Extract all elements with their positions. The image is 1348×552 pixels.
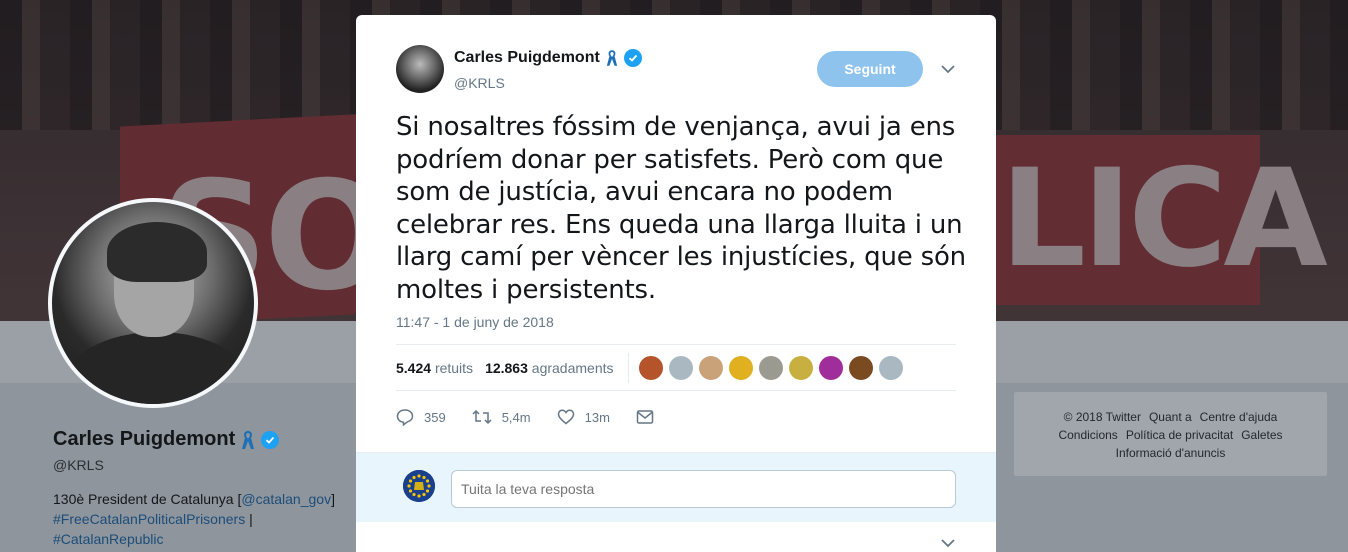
chevron-down-icon[interactable] [940, 535, 956, 551]
bio-text: 130è President de Catalunya [ [53, 491, 242, 507]
likes-label: agradaments [531, 359, 614, 376]
bio-text: ] [331, 491, 335, 507]
profile-avatar[interactable] [48, 198, 258, 408]
envelope-icon [636, 410, 654, 424]
liker-avatar[interactable] [788, 355, 813, 380]
liker-avatar[interactable] [818, 355, 843, 380]
tweet-stats: 5.424 retuits 12.863 agradaments [396, 344, 956, 391]
liker-avatar[interactable] [878, 355, 903, 380]
like-count: 13m [584, 409, 610, 425]
bio-hashtag-catalan-republic[interactable]: #CatalanRepublic [53, 531, 164, 547]
retweets-count: 5.424 [396, 359, 432, 376]
liker-avatar[interactable] [638, 355, 663, 380]
footer-link-privacy[interactable]: Política de privacitat [1126, 428, 1233, 442]
tweet-author-handle[interactable]: @KRLS [454, 75, 505, 91]
liker-avatar[interactable] [728, 355, 753, 380]
yellow-ribbon-icon [242, 430, 255, 449]
bio-hashtag-free-prisoners[interactable]: #FreeCatalanPoliticalPrisoners [53, 511, 245, 527]
footer-link-copyright[interactable]: © 2018 Twitter [1064, 410, 1141, 424]
footer-link-help[interactable]: Centre d'ajuda [1200, 410, 1278, 424]
verified-badge-icon [623, 49, 642, 67]
footer-links: © 2018 Twitter Quant a Centre d'ajuda Cond… [1014, 392, 1327, 476]
footer-link-terms[interactable]: Condicions [1058, 428, 1117, 442]
retweet-count: 5,4m [501, 409, 531, 425]
profile-bio: 130è President de Catalunya [@catalan_go… [53, 489, 353, 549]
profile-info: Carles Puigdemont @KRLS 130è President d… [53, 428, 353, 549]
chevron-down-icon[interactable] [940, 61, 956, 77]
reply-action[interactable]: 359 [396, 408, 446, 426]
tweet-text: Si nosaltres fóssim de venjança, avui ja… [396, 112, 966, 305]
like-action[interactable]: 13m [557, 408, 610, 426]
retweet-icon [472, 409, 492, 425]
tweet-timestamp[interactable]: 11:47 - 1 de juny de 2018 [396, 314, 554, 330]
heart-icon [557, 409, 574, 425]
like-stat[interactable]: 12.863 agradaments [485, 360, 613, 376]
yellow-ribbon-icon [606, 50, 617, 66]
tweet-actions: 359 5,4m 13m [396, 405, 796, 429]
profile-name[interactable]: Carles Puigdemont [53, 428, 235, 451]
bio-separator: | [245, 511, 253, 527]
following-button[interactable]: Seguint [817, 51, 923, 87]
tweet-header: Carles Puigdemont @KRLS Seguint [396, 45, 956, 95]
divider [627, 352, 629, 383]
reply-input[interactable] [451, 470, 956, 508]
direct-message-action[interactable] [636, 409, 654, 425]
reply-icon [396, 409, 414, 426]
retweet-stat[interactable]: 5.424 retuits [396, 360, 473, 376]
retweet-action[interactable]: 5,4m [472, 408, 531, 426]
footer-link-about[interactable]: Quant a [1149, 410, 1192, 424]
current-user-avatar [403, 470, 435, 502]
bio-link-catalan-gov[interactable]: @catalan_gov [241, 491, 331, 507]
tweet-modal: Carles Puigdemont @KRLS Seguint Si nosal… [356, 15, 996, 552]
footer-link-ads-info[interactable]: Informació d'anuncis [1116, 446, 1226, 460]
liker-avatars [638, 355, 903, 380]
retweets-label: retuits [434, 359, 474, 376]
profile-handle: @KRLS [53, 457, 104, 473]
tweet-author-avatar[interactable] [396, 45, 444, 93]
verified-badge-icon [261, 430, 280, 449]
tweet-author-name[interactable]: Carles Puigdemont [454, 49, 600, 67]
liker-avatar[interactable] [758, 355, 783, 380]
reply-count: 359 [424, 409, 446, 425]
liker-avatar[interactable] [668, 355, 693, 380]
footer-link-cookies[interactable]: Galetes [1241, 428, 1282, 442]
liker-avatar[interactable] [848, 355, 873, 380]
liker-avatar[interactable] [698, 355, 723, 380]
likes-count: 12.863 [485, 359, 528, 376]
reply-composer [356, 452, 996, 522]
